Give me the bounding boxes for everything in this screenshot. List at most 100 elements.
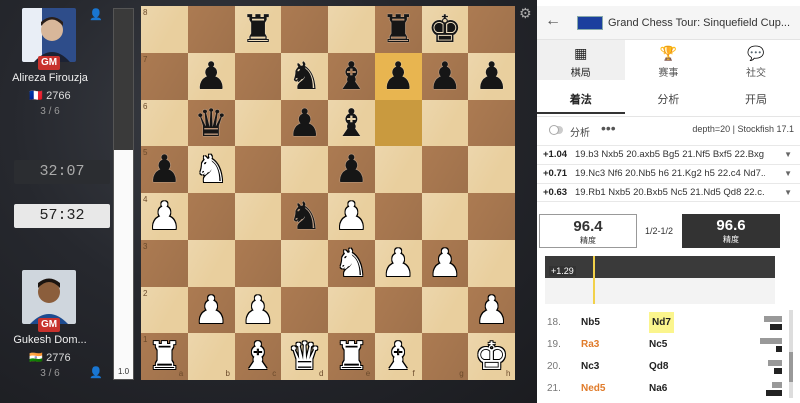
black-move[interactable]: Na6 <box>649 378 667 399</box>
subtab-moves[interactable]: 着法 <box>537 86 625 114</box>
tab-social[interactable]: 💬 社交 <box>712 40 800 80</box>
player-name[interactable]: Alireza Firouzja <box>0 72 100 84</box>
square-e2[interactable] <box>328 286 375 334</box>
square-g4[interactable] <box>421 193 469 240</box>
black-pawn-e5[interactable]: ♟ <box>328 146 375 193</box>
black-queen-b6[interactable]: ♛ <box>188 100 235 147</box>
square-h5[interactable] <box>468 146 515 193</box>
square-h3[interactable] <box>468 239 515 287</box>
white-pawn-a4[interactable]: ♟ <box>141 193 188 240</box>
clock-bottom: 57:32 <box>14 204 110 228</box>
black-pawn-g7[interactable]: ♟ <box>422 53 469 100</box>
person-icon[interactable]: 👤 <box>89 8 103 21</box>
square-f4[interactable] <box>374 193 422 240</box>
white-pawn-f3[interactable]: ♟ <box>375 240 422 287</box>
black-knight-d7[interactable]: ♞ <box>281 53 328 100</box>
square-c7[interactable] <box>234 52 282 100</box>
black-move[interactable]: Nc5 <box>649 334 667 355</box>
white-king-h1[interactable]: ♚ <box>468 333 515 380</box>
chess-board[interactable]: 8 7 6 5 4 3 2 1 a b c d e f g h ♜ ♜ ♚ ♟ ♞ ♝ ♟ ♟ ♟ ♛ ♟ ♝ ♟ ♞ ♟ ♟ ♞ ♟ ♞ ♟ ♟ ♟ ♟ ♟… <box>141 6 515 380</box>
black-pawn-h7[interactable]: ♟ <box>468 53 515 100</box>
square-b8[interactable] <box>187 6 235 53</box>
square-d2[interactable] <box>281 286 328 334</box>
black-move[interactable]: Nd7 <box>649 312 674 333</box>
white-knight-b5[interactable]: ♞ <box>188 146 235 193</box>
engine-line[interactable]: +1.04 19.b3 Nxb5 20.axb5 Bg5 21.Nf5 Bxf5… <box>537 145 800 164</box>
chevron-down-icon[interactable]: ▼ <box>784 146 792 164</box>
scrollbar[interactable] <box>789 310 793 398</box>
chevron-down-icon[interactable]: ▼ <box>784 184 792 202</box>
square-a2[interactable] <box>141 286 188 334</box>
square-c5[interactable] <box>234 146 282 193</box>
scrollbar-thumb[interactable] <box>789 352 793 382</box>
square-h8[interactable] <box>468 6 515 53</box>
person-icon[interactable]: 👤 <box>89 366 103 379</box>
avatar[interactable] <box>22 270 76 324</box>
black-rook-f8[interactable]: ♜ <box>375 6 422 53</box>
white-pawn-b2[interactable]: ♟ <box>188 287 235 334</box>
square-b4[interactable] <box>187 193 235 240</box>
square-a8[interactable] <box>141 6 188 53</box>
tab-event[interactable]: 🏆 赛事 <box>625 40 713 80</box>
analysis-toggle[interactable] <box>549 125 563 135</box>
white-move[interactable]: Nb5 <box>581 312 600 333</box>
black-bishop-e6[interactable]: ♝ <box>328 100 375 147</box>
white-move[interactable]: Ned5 <box>581 378 605 399</box>
square-h6[interactable] <box>468 99 515 147</box>
white-move[interactable]: Nc3 <box>581 356 599 377</box>
back-arrow-icon[interactable]: ← <box>545 12 561 30</box>
engine-line[interactable]: +0.63 19.Rb1 Nxb5 20.Bxb5 Nc5 21.Nd5 Qd8… <box>537 183 800 202</box>
white-bishop-f1[interactable]: ♝ <box>375 333 422 380</box>
black-pawn-d6[interactable]: ♟ <box>281 100 328 147</box>
chevron-down-icon[interactable]: ▼ <box>784 165 792 183</box>
black-pawn-b7[interactable]: ♟ <box>188 53 235 100</box>
white-pawn-e4[interactable]: ♟ <box>328 193 375 240</box>
white-rook-e1[interactable]: ♜ <box>328 333 375 380</box>
square-g5[interactable] <box>421 146 469 193</box>
square-a3[interactable] <box>141 239 188 287</box>
white-move[interactable]: Ra3 <box>581 334 599 355</box>
square-c3[interactable] <box>234 239 282 287</box>
event-title[interactable]: Grand Chess Tour: Sinquefield Cup... <box>608 17 798 29</box>
black-move[interactable]: Qd8 <box>649 356 668 377</box>
square-b3[interactable] <box>187 239 235 287</box>
white-queen-d1[interactable]: ♛ <box>281 333 328 380</box>
white-rook-a1[interactable]: ♜ <box>141 333 188 380</box>
time-bar <box>770 324 782 330</box>
square-f2[interactable] <box>374 286 422 334</box>
square-f5[interactable] <box>374 146 422 193</box>
gear-icon[interactable]: ⚙ <box>519 6 533 20</box>
white-bishop-c1[interactable]: ♝ <box>235 333 282 380</box>
more-options-icon[interactable]: ••• <box>601 120 616 136</box>
subtab-analysis[interactable]: 分析 <box>625 86 713 114</box>
square-a7[interactable] <box>141 52 188 100</box>
white-pawn-h2[interactable]: ♟ <box>468 287 515 334</box>
square-d5[interactable] <box>281 146 328 193</box>
black-knight-d4[interactable]: ♞ <box>281 193 328 240</box>
avatar[interactable] <box>22 8 76 62</box>
white-pawn-c2[interactable]: ♟ <box>235 287 282 334</box>
square-g2[interactable] <box>421 286 469 334</box>
engine-line[interactable]: +0.71 19.Nc3 Nf6 20.Nb5 h6 21.Kg2 h5 22.… <box>537 164 800 183</box>
black-king-g8[interactable]: ♚ <box>422 6 469 53</box>
white-pawn-g3[interactable]: ♟ <box>422 240 469 287</box>
square-d3[interactable] <box>281 239 328 287</box>
subtab-opening[interactable]: 开局 <box>712 86 800 114</box>
move-number: 21. <box>547 383 561 394</box>
square-d8[interactable] <box>281 6 328 53</box>
evaluation-graph[interactable]: +1.29 <box>545 256 775 304</box>
square-a6[interactable] <box>141 99 188 147</box>
black-pawn-f7[interactable]: ♟ <box>375 53 422 100</box>
square-e8[interactable] <box>328 6 375 53</box>
square-f6[interactable] <box>374 99 422 147</box>
black-bishop-e7[interactable]: ♝ <box>328 53 375 100</box>
square-g6[interactable] <box>421 99 469 147</box>
player-name[interactable]: Gukesh Dom... <box>0 334 100 346</box>
square-h4[interactable] <box>468 193 515 240</box>
black-pawn-a5[interactable]: ♟ <box>141 146 188 193</box>
tab-game[interactable]: ▦ 棋局 <box>537 40 625 80</box>
white-knight-e3[interactable]: ♞ <box>328 240 375 287</box>
black-rook-c8[interactable]: ♜ <box>235 6 282 53</box>
square-c4[interactable] <box>234 193 282 240</box>
square-c6[interactable] <box>234 99 282 147</box>
